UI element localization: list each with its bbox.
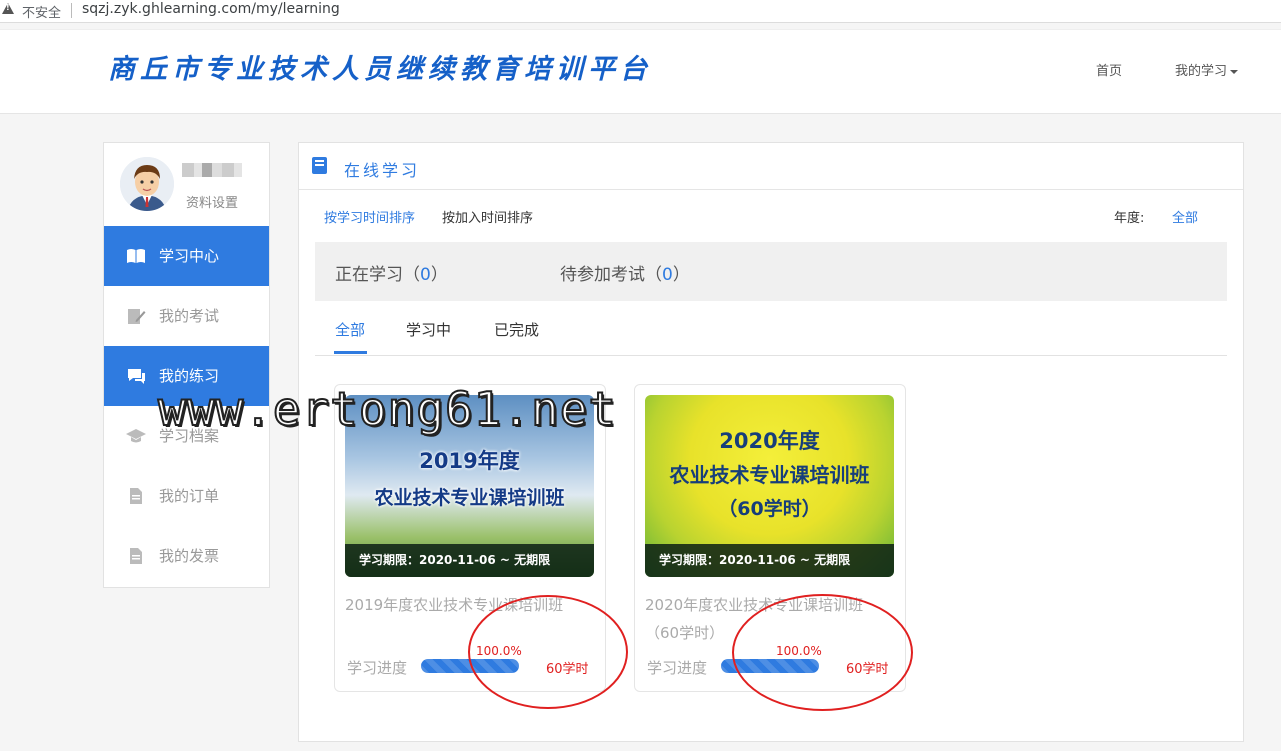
book-icon <box>127 249 145 263</box>
site-header: 商丘市专业技术人员继续教育培训平台 首页 我的学习 <box>0 29 1281 114</box>
sidebar-item-my-orders[interactable]: 我的订单 <box>104 466 269 526</box>
active-tab-underline <box>334 351 367 354</box>
annotation-circle <box>468 595 628 709</box>
divider <box>71 3 72 18</box>
tab-all[interactable]: 全部 <box>335 319 365 340</box>
url-text[interactable]: sqzj.zyk.ghlearning.com/my/learning <box>82 1 340 17</box>
course-filter-tabs: 全部 学习中 已完成 <box>315 308 1227 356</box>
sidebar-item-label: 学习中心 <box>159 247 220 265</box>
panel-title: 在线学习 <box>344 161 421 180</box>
annotation-circle <box>732 594 913 711</box>
year-filter-value[interactable]: 全部 <box>1172 207 1198 226</box>
nav-home-link[interactable]: 首页 <box>1096 60 1122 79</box>
panel-header: 在线学习 <box>299 143 1243 190</box>
cover-hours-text: （60学时） <box>718 498 821 520</box>
username-redacted <box>182 163 242 177</box>
nav-my-learning-label: 我的学习 <box>1175 64 1228 79</box>
course-cover-image[interactable]: 2020年度 农业技术专业课培训班 （60学时） 学习期限：2020-11-06… <box>645 395 894 577</box>
invoice-icon <box>130 548 142 564</box>
studying-stat[interactable]: 正在学习（0） <box>335 260 448 285</box>
studying-count: 0 <box>420 265 431 285</box>
cover-title-text: 农业技术专业课培训班 <box>669 463 870 487</box>
progress-label: 学习进度 <box>347 659 408 677</box>
tab-in-progress[interactable]: 学习中 <box>406 319 451 340</box>
document-icon <box>130 488 142 504</box>
cover-title-text: 农业技术专业课培训班 <box>374 487 565 509</box>
cover-year-text: 2019年度 <box>419 449 520 473</box>
sidebar: 资料设置 学习中心 我的考试 我的练习 学习档案 我的订单 我的发票 <box>103 142 270 588</box>
chat-icon <box>128 369 145 384</box>
site-logo[interactable]: 商丘市专业技术人员继续教育培训平台 <box>108 47 652 86</box>
sidebar-item-label: 我的发票 <box>159 547 220 565</box>
progress-label: 学习进度 <box>647 659 708 677</box>
sidebar-item-my-invoices[interactable]: 我的发票 <box>104 526 269 586</box>
book-icon <box>312 157 327 174</box>
nav-my-learning-dropdown[interactable]: 我的学习 <box>1175 60 1239 79</box>
edit-icon <box>128 309 146 324</box>
browser-address-bar[interactable]: 不安全 sqzj.zyk.ghlearning.com/my/learning <box>0 0 1281 23</box>
sort-by-study-time-link[interactable]: 按学习时间排序 <box>324 207 415 226</box>
warning-icon <box>2 3 14 14</box>
watermark: www.ertong61.net <box>157 381 618 437</box>
caret-down-icon <box>1230 69 1239 74</box>
sidebar-item-learning-center[interactable]: 学习中心 <box>104 226 269 286</box>
tab-completed[interactable]: 已完成 <box>494 319 539 340</box>
course-period: 学习期限：2020-11-06 ~ 无期限 <box>645 544 894 577</box>
sort-by-join-time-link[interactable]: 按加入时间排序 <box>442 207 533 226</box>
pending-exam-stat[interactable]: 待参加考试（0） <box>560 260 690 285</box>
insecure-label[interactable]: 不安全 <box>22 2 61 21</box>
learning-stats-bar: 正在学习（0） 待参加考试（0） <box>315 242 1227 301</box>
cover-year-text: 2020年度 <box>719 429 820 453</box>
avatar-icon <box>120 157 174 211</box>
sidebar-item-my-exams[interactable]: 我的考试 <box>104 286 269 346</box>
graduation-cap-icon <box>126 429 146 443</box>
course-period: 学习期限：2020-11-06 ~ 无期限 <box>345 544 594 577</box>
studying-label: 正在学习 <box>335 265 403 285</box>
profile-settings-link[interactable]: 资料设置 <box>186 192 238 211</box>
pending-exam-label: 待参加考试 <box>560 265 645 285</box>
sidebar-item-label: 我的订单 <box>159 487 220 505</box>
pending-exam-count: 0 <box>662 265 673 285</box>
year-filter-label: 年度: <box>1114 211 1145 226</box>
sidebar-item-label: 我的考试 <box>159 307 220 325</box>
avatar[interactable] <box>120 157 174 211</box>
